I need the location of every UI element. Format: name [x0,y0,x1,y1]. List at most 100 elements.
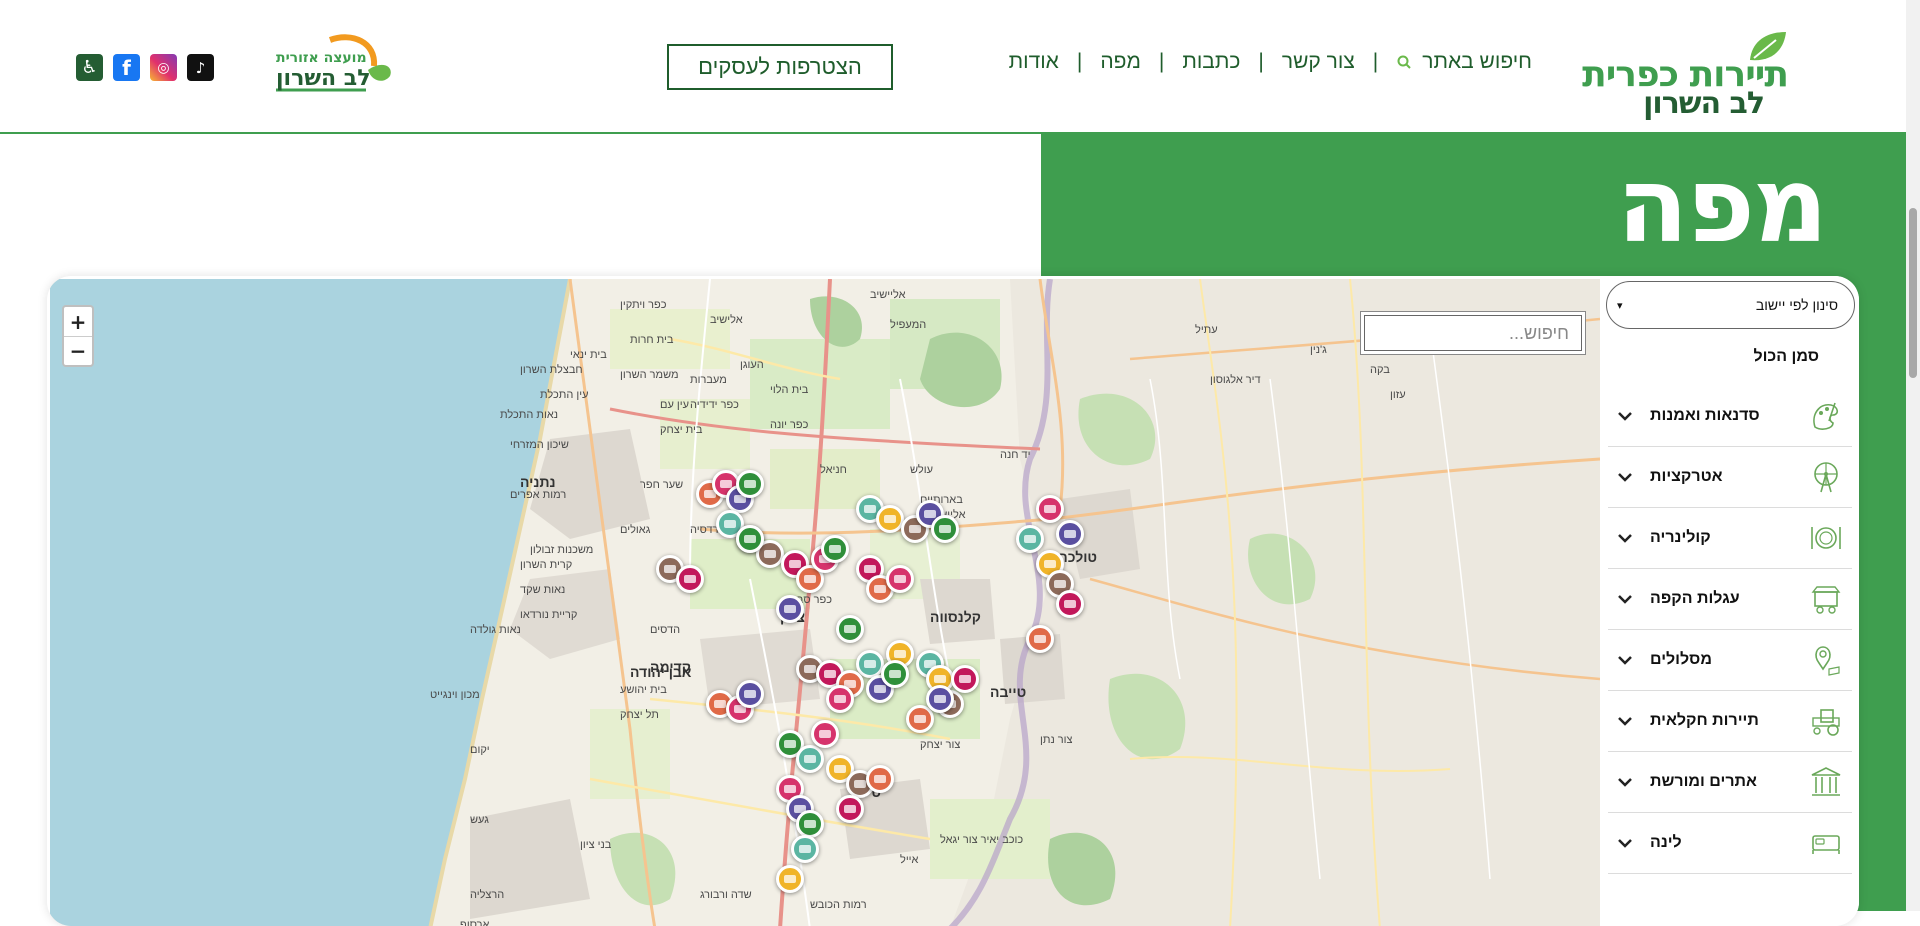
map-marker[interactable] [836,615,864,643]
map-marker[interactable] [791,835,819,863]
category-coffee-carts[interactable]: עגלות הקפה [1608,569,1852,630]
zoom-out-button[interactable]: − [64,336,92,365]
map-marker[interactable] [811,720,839,748]
map-marker[interactable] [1036,495,1064,523]
map-marker[interactable] [866,765,894,793]
accessibility-icon[interactable]: ♿ [76,54,103,81]
social-links: ♿ f ◎ ♪ [76,54,214,81]
map-place-label: בית הלוי [770,384,809,396]
map-place-label: עזון [1390,389,1406,401]
map-place-label: דיר אלגוסון [1210,374,1261,386]
map-marker[interactable] [736,680,764,708]
map-canvas[interactable]: + − כפר ויתקין אלישיב המעפיל בית חרות בית ינ… [50,279,1600,926]
map-marker[interactable] [926,685,954,713]
chevron-down-icon[interactable] [1608,716,1642,726]
map-marker[interactable] [886,565,914,593]
map-place-label: הרצליה [470,889,505,901]
map-marker[interactable] [881,660,909,688]
nav-articles[interactable]: כתבות [1182,50,1240,74]
map-place-label: כפר ויתקין [620,299,667,311]
page-title: מפה [1616,144,1828,266]
nav-about[interactable]: אודות [1009,50,1059,74]
category-lodging[interactable]: לינה [1608,813,1852,874]
category-label: מסלולים [1650,651,1712,668]
select-all-link[interactable]: סמן הכול [1753,348,1819,366]
map-place-label: צור נתן [1040,734,1073,746]
nav-site-search[interactable]: חיפוש באתר [1396,50,1532,74]
category-label: תיירות חקלאית [1650,712,1759,729]
map-marker[interactable] [1056,520,1084,548]
map-marker[interactable] [776,595,804,623]
map-place-label: משכנות זבולון [530,544,594,556]
chevron-down-icon[interactable] [1608,655,1642,665]
map-place-label: הדסים [650,624,681,636]
map-marker[interactable] [796,745,824,773]
map-place-label: העוגן [740,359,764,371]
chevron-down-icon[interactable] [1608,411,1642,421]
category-label: סדנאות ואמנות [1650,407,1760,424]
map-place-label: טייבה [990,684,1027,700]
chevron-down-icon[interactable] [1608,777,1642,787]
map-place-label: חבצלת השרון [520,364,583,376]
join-business-button[interactable]: הצטרפות לעסקים [667,44,893,90]
facebook-icon[interactable]: f [113,54,140,81]
map-marker[interactable] [1026,625,1054,653]
map-place-label: שער חפר [640,479,684,491]
map-marker[interactable] [776,865,804,893]
map-search-input[interactable] [1364,315,1582,351]
category-attractions[interactable]: אטרקציות [1608,447,1852,508]
chevron-down-icon[interactable] [1608,472,1642,482]
logo-line-2: לב השרון [1643,86,1765,121]
map-place-label: עתיל [1195,324,1218,336]
main-nav: אודות | מפה | כתבות | צור קשר | חיפוש בא… [1009,50,1532,74]
zoom-in-button[interactable]: + [64,307,92,336]
map-marker[interactable] [951,665,979,693]
map-place-label: בית ינאי [570,349,607,361]
settlement-filter-select[interactable]: סינון לפי יישוב ▾ [1606,281,1855,329]
map-marker[interactable] [1056,590,1084,618]
zoom-control: + − [62,305,94,367]
map-place-label: יד חנה [1000,449,1031,461]
search-icon [1397,55,1411,69]
category-label: אטרקציות [1650,468,1723,485]
map-marker[interactable] [1016,525,1044,553]
map-place-label: יקום [470,744,490,756]
page-scrollbar[interactable] [1906,0,1920,911]
site-logo[interactable]: תיירות כפרית לב השרון [1576,30,1798,121]
map-marker[interactable] [836,795,864,823]
map-marker[interactable] [931,515,959,543]
category-agritourism[interactable]: תיירות חקלאית [1608,691,1852,752]
map-marker[interactable] [676,565,704,593]
category-list: סדנאות ואמנות אטרקציות קולינריה עגלות הק… [1608,386,1852,874]
instagram-icon[interactable]: ◎ [150,54,177,81]
coffee-cart-icon [1806,579,1846,619]
map-marker[interactable] [736,525,764,553]
category-label: עגלות הקפה [1650,590,1740,607]
heritage-building-icon [1806,762,1846,802]
category-heritage[interactable]: אתרים ומורשת [1608,752,1852,813]
category-trails[interactable]: מסלולים [1608,630,1852,691]
map-marker[interactable] [876,505,904,533]
map-card: + − כפר ויתקין אלישיב המעפיל בית חרות בית ינ… [47,276,1859,926]
chevron-down-icon[interactable] [1608,594,1642,604]
nav-map[interactable]: מפה [1100,50,1141,74]
map-place-label: בית יצחק [660,424,703,436]
filter-sidebar: סינון לפי יישוב ▾ סמן הכול סדנאות ואמנות… [1604,276,1859,926]
category-culinary[interactable]: קולינריה [1608,508,1852,569]
nav-contact[interactable]: צור קשר [1282,50,1355,74]
map-place-label: עולש [910,464,934,476]
council-line-1: מועצה אזורית [276,50,367,66]
category-label: לינה [1650,834,1682,851]
map-place-label: המעפיל [890,319,927,331]
map-marker[interactable] [821,535,849,563]
tiktok-icon[interactable]: ♪ [187,54,214,81]
map-marker[interactable] [796,810,824,838]
chevron-down-icon[interactable] [1608,533,1642,543]
council-logo[interactable]: מועצה אזורית לב השרון [272,32,396,96]
scrollbar-thumb[interactable] [1909,208,1917,378]
category-workshops[interactable]: סדנאות ואמנות [1608,386,1852,447]
chevron-down-icon[interactable] [1608,838,1642,848]
map-place-label: קריית נורדאו [520,609,578,621]
map-marker[interactable] [736,470,764,498]
map-marker[interactable] [826,685,854,713]
